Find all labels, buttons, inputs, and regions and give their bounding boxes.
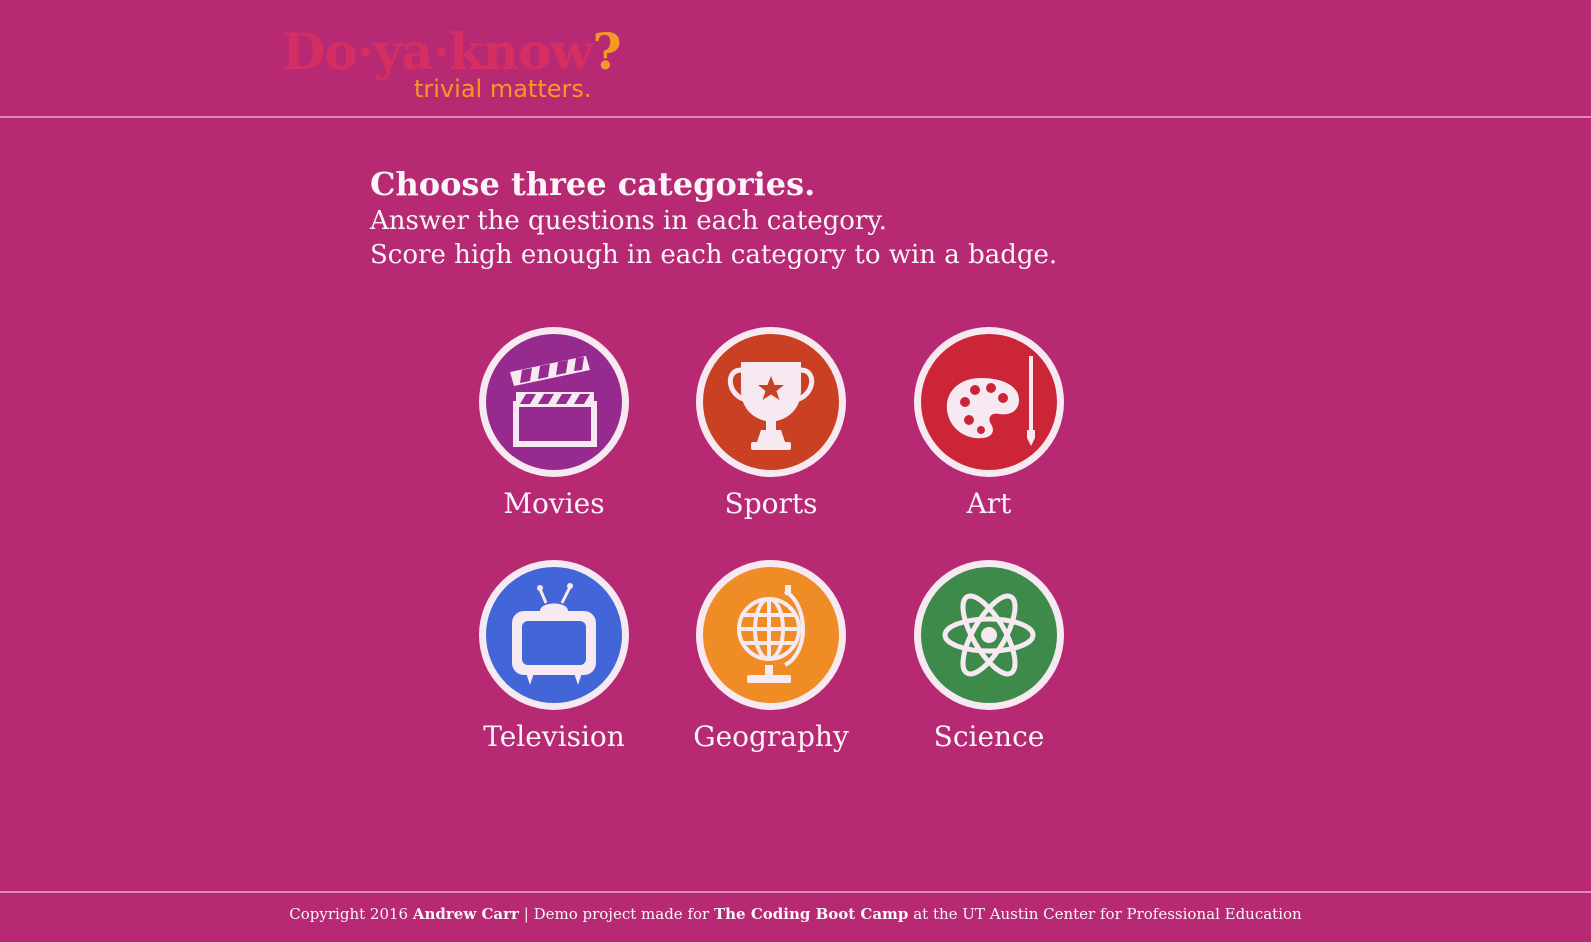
atom-icon <box>921 567 1057 703</box>
television-icon <box>486 567 622 703</box>
instructions-line-1: Answer the questions in each category. <box>370 206 887 236</box>
logo[interactable]: Do·ya·know? trivial matters. <box>282 22 622 103</box>
trophy-icon <box>703 334 839 470</box>
category-science-label[interactable]: Science <box>889 720 1089 754</box>
category-television-label[interactable]: Television <box>454 720 654 754</box>
category-art-badge[interactable] <box>914 327 1064 477</box>
category-sports[interactable]: Sports <box>671 327 871 537</box>
category-sports-label[interactable]: Sports <box>671 487 871 521</box>
palette-icon <box>921 334 1057 470</box>
category-movies-label[interactable]: Movies <box>454 487 654 521</box>
category-geography-badge[interactable] <box>696 560 846 710</box>
logo-tagline: trivial matters. <box>414 75 592 103</box>
category-geography[interactable]: Geography <box>671 560 871 770</box>
category-art-label[interactable]: Art <box>889 487 1089 521</box>
category-movies-badge[interactable] <box>479 327 629 477</box>
logo-wordmark: Do·ya·know? <box>282 22 622 81</box>
category-television[interactable]: Television <box>454 560 654 770</box>
category-sports-badge[interactable] <box>696 327 846 477</box>
category-movies[interactable]: Movies <box>454 327 654 537</box>
instructions-line-2: Score high enough in each category to wi… <box>370 240 1058 270</box>
footer-text-before: Demo project made for <box>533 905 710 923</box>
footer-bootcamp-link[interactable]: The Coding Boot Camp <box>714 905 908 923</box>
instructions-title: Choose three categories. <box>370 165 816 203</box>
globe-icon <box>703 567 839 703</box>
category-television-badge[interactable] <box>479 560 629 710</box>
footer-author: Andrew Carr <box>412 905 519 923</box>
footer-divider <box>0 891 1591 893</box>
instructions: Choose three categories. Answer the ques… <box>370 164 1270 272</box>
footer-copyright: Copyright 2016 <box>289 905 409 923</box>
page: Do·ya·know? trivial matters. Choose thre… <box>0 0 1591 942</box>
category-science-badge[interactable] <box>914 560 1064 710</box>
category-science[interactable]: Science <box>889 560 1089 770</box>
category-geography-label[interactable]: Geography <box>671 720 871 754</box>
category-art[interactable]: Art <box>889 327 1089 537</box>
footer-separator: | <box>523 905 529 923</box>
header-divider <box>0 116 1591 118</box>
footer: Copyright 2016 Andrew Carr | Demo projec… <box>0 904 1591 924</box>
footer-text-after: at the UT Austin Center for Professional… <box>913 905 1302 923</box>
clapperboard-icon <box>486 334 622 470</box>
